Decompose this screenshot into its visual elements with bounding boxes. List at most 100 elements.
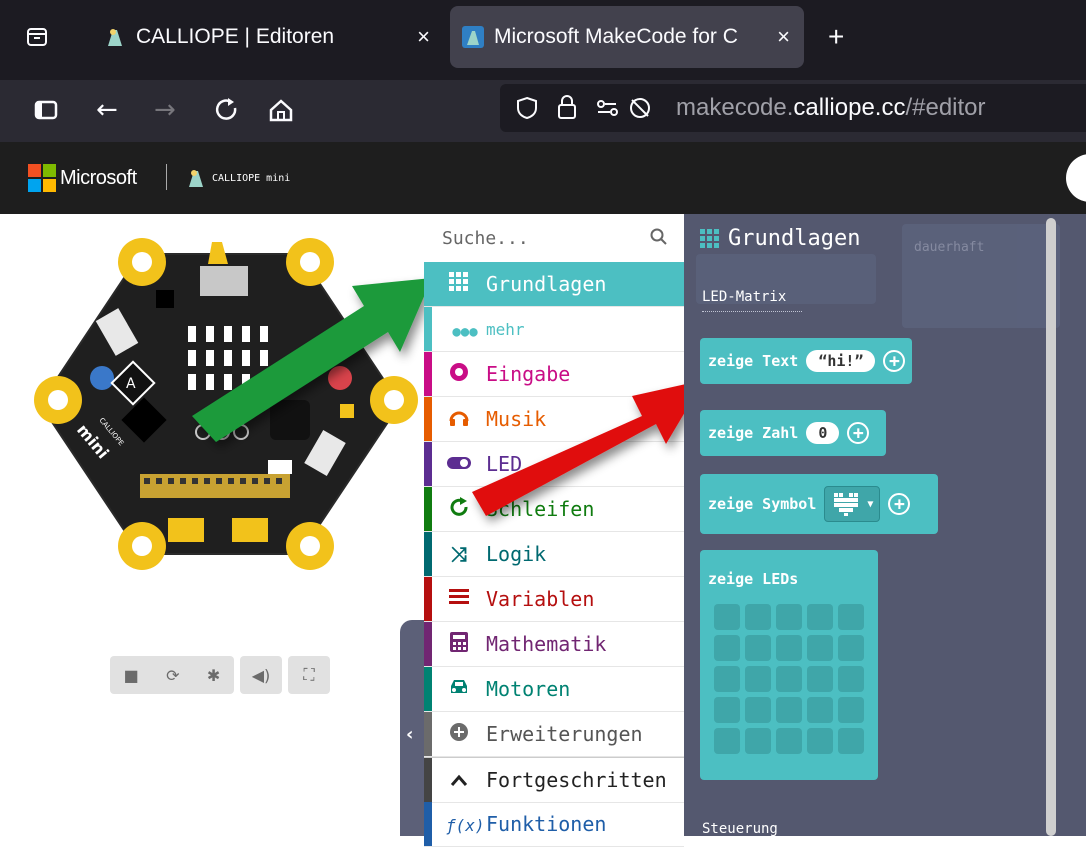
block-label: zeige Text (708, 352, 799, 370)
led-cell[interactable] (745, 697, 771, 723)
toolbox-category-erweiterungen[interactable]: Erweiterungen (424, 712, 684, 757)
stop-icon[interactable]: ■ (124, 666, 139, 685)
toolbox-category-mathematik[interactable]: Mathematik (424, 622, 684, 667)
fullscreen-icon: ⛶ (303, 665, 315, 684)
url-prefix: makecode. (676, 94, 794, 121)
microsoft-logo[interactable]: Microsoft (28, 164, 137, 192)
section-control: Steuerung (702, 818, 778, 837)
category-color-bar (424, 397, 432, 441)
microsoft-label: Microsoft (60, 166, 137, 189)
led-cell[interactable] (745, 666, 771, 692)
text-value-pill[interactable]: “hi!” (806, 350, 876, 372)
led-cell[interactable] (776, 604, 802, 630)
plus-circle-icon (446, 722, 472, 747)
category-color-bar (424, 532, 432, 576)
led-cell[interactable] (776, 666, 802, 692)
flyout-scrollbar[interactable] (1046, 218, 1056, 836)
fullscreen-button[interactable]: ⛶ (288, 656, 330, 694)
block-show-icon[interactable]: zeige Symbol ▼ + (700, 474, 938, 534)
icon-dropdown[interactable]: ▼ (824, 486, 881, 522)
url-text[interactable]: makecode.calliope.cc/#editor (676, 94, 986, 122)
toolbox-category-grundlagen[interactable]: Grundlagen (424, 262, 684, 307)
blocks-flyout: Grundlagen dauerhaft LED-Matrix zeige Te… (684, 214, 1086, 837)
lock-icon[interactable] (556, 94, 578, 124)
category-color-bar (424, 712, 432, 756)
led-cell[interactable] (838, 635, 864, 661)
tab-overview-icon[interactable] (26, 26, 48, 48)
sidebar-toggle-icon[interactable] (34, 94, 58, 134)
forward-icon[interactable]: → (154, 94, 176, 126)
toolbox-category-variablen[interactable]: Variablen (424, 577, 684, 622)
led-cell[interactable] (714, 728, 740, 754)
toolbox-category-logik[interactable]: ⤨ Logik (424, 532, 684, 577)
header-divider (166, 164, 167, 190)
mute-button[interactable]: ◀) (240, 656, 282, 694)
back-icon[interactable]: ← (96, 94, 118, 126)
led-cell[interactable] (838, 666, 864, 692)
tab-close-icon[interactable]: × (777, 24, 790, 50)
restart-icon[interactable]: ⟳ (166, 666, 179, 685)
calliope-logo[interactable]: CALLIOPE mini (186, 168, 290, 188)
autoplay-blocked-icon[interactable] (628, 96, 652, 124)
led-cell[interactable] (838, 697, 864, 723)
tab-calliope-editoren[interactable]: CALLIOPE | Editoren × (92, 6, 444, 68)
led-cell[interactable] (807, 697, 833, 723)
category-color-bar (424, 622, 432, 666)
led-cell[interactable] (776, 697, 802, 723)
category-color-bar (424, 442, 432, 486)
block-label: zeige Zahl (708, 424, 799, 442)
category-color-bar (424, 487, 432, 531)
expand-plus-icon[interactable]: + (883, 350, 906, 372)
block-label: zeige Symbol (708, 495, 817, 513)
user-avatar[interactable] (1066, 154, 1086, 202)
ghost-block-forever: dauerhaft (902, 224, 1060, 328)
led-cell[interactable] (714, 666, 740, 692)
expand-plus-icon[interactable]: + (888, 493, 911, 515)
new-tab-button[interactable]: + (828, 6, 858, 68)
section-label: Steuerung (702, 821, 778, 837)
led-cell[interactable] (807, 666, 833, 692)
category-color-bar (424, 667, 432, 711)
tab-close-icon[interactable]: × (417, 24, 430, 50)
debug-icon[interactable]: ✱ (207, 666, 220, 685)
tab-makecode[interactable]: Microsoft MakeCode for C × (450, 6, 804, 68)
search-icon[interactable] (650, 228, 668, 250)
search-input[interactable]: Suche... (442, 228, 529, 249)
led-cell[interactable] (745, 604, 771, 630)
category-color-bar (424, 758, 432, 802)
block-show-number[interactable]: zeige Zahl 0 + (700, 410, 886, 456)
toolbox-search[interactable]: Suche... (424, 214, 684, 263)
led-cell[interactable] (714, 604, 740, 630)
led-cell[interactable] (807, 635, 833, 661)
led-cell[interactable] (838, 604, 864, 630)
number-value-pill[interactable]: 0 (806, 422, 840, 444)
led-cell[interactable] (776, 728, 802, 754)
led-cell[interactable] (807, 604, 833, 630)
led-cell[interactable] (807, 728, 833, 754)
toolbox-category-fortgeschritten[interactable]: Fortgeschritten (424, 757, 684, 803)
home-icon[interactable] (268, 94, 294, 134)
led-cell[interactable] (714, 635, 740, 661)
reload-icon[interactable] (214, 94, 240, 134)
makecode-favicon-icon (462, 26, 484, 48)
calliope-label: CALLIOPE mini (212, 172, 291, 184)
calliope-logo-icon (189, 170, 203, 187)
toolbox-category-mehr[interactable]: ●●● mehr (424, 307, 684, 352)
chevron-up-icon (446, 768, 472, 792)
chevron-left-icon: ‹ (406, 724, 414, 745)
toolbox-category-motoren[interactable]: Motoren (424, 667, 684, 712)
expand-plus-icon[interactable]: + (847, 422, 870, 444)
block-show-leds[interactable]: zeige LEDs (700, 550, 878, 780)
led-cell[interactable] (838, 728, 864, 754)
toolbox-category-funktionen[interactable]: ƒ(x) Funktionen (424, 802, 684, 847)
led-cell[interactable] (745, 728, 771, 754)
simulator-collapse-handle[interactable]: ‹ (400, 620, 424, 836)
led-cell[interactable] (745, 635, 771, 661)
led-cell[interactable] (776, 635, 802, 661)
url-bar[interactable]: makecode.calliope.cc/#editor (500, 84, 1086, 132)
block-show-text[interactable]: zeige Text “hi!” + (700, 338, 912, 384)
heart-icon (834, 493, 859, 516)
permissions-icon[interactable] (596, 98, 624, 122)
led-cell[interactable] (714, 697, 740, 723)
tracking-shield-icon[interactable] (516, 96, 538, 124)
